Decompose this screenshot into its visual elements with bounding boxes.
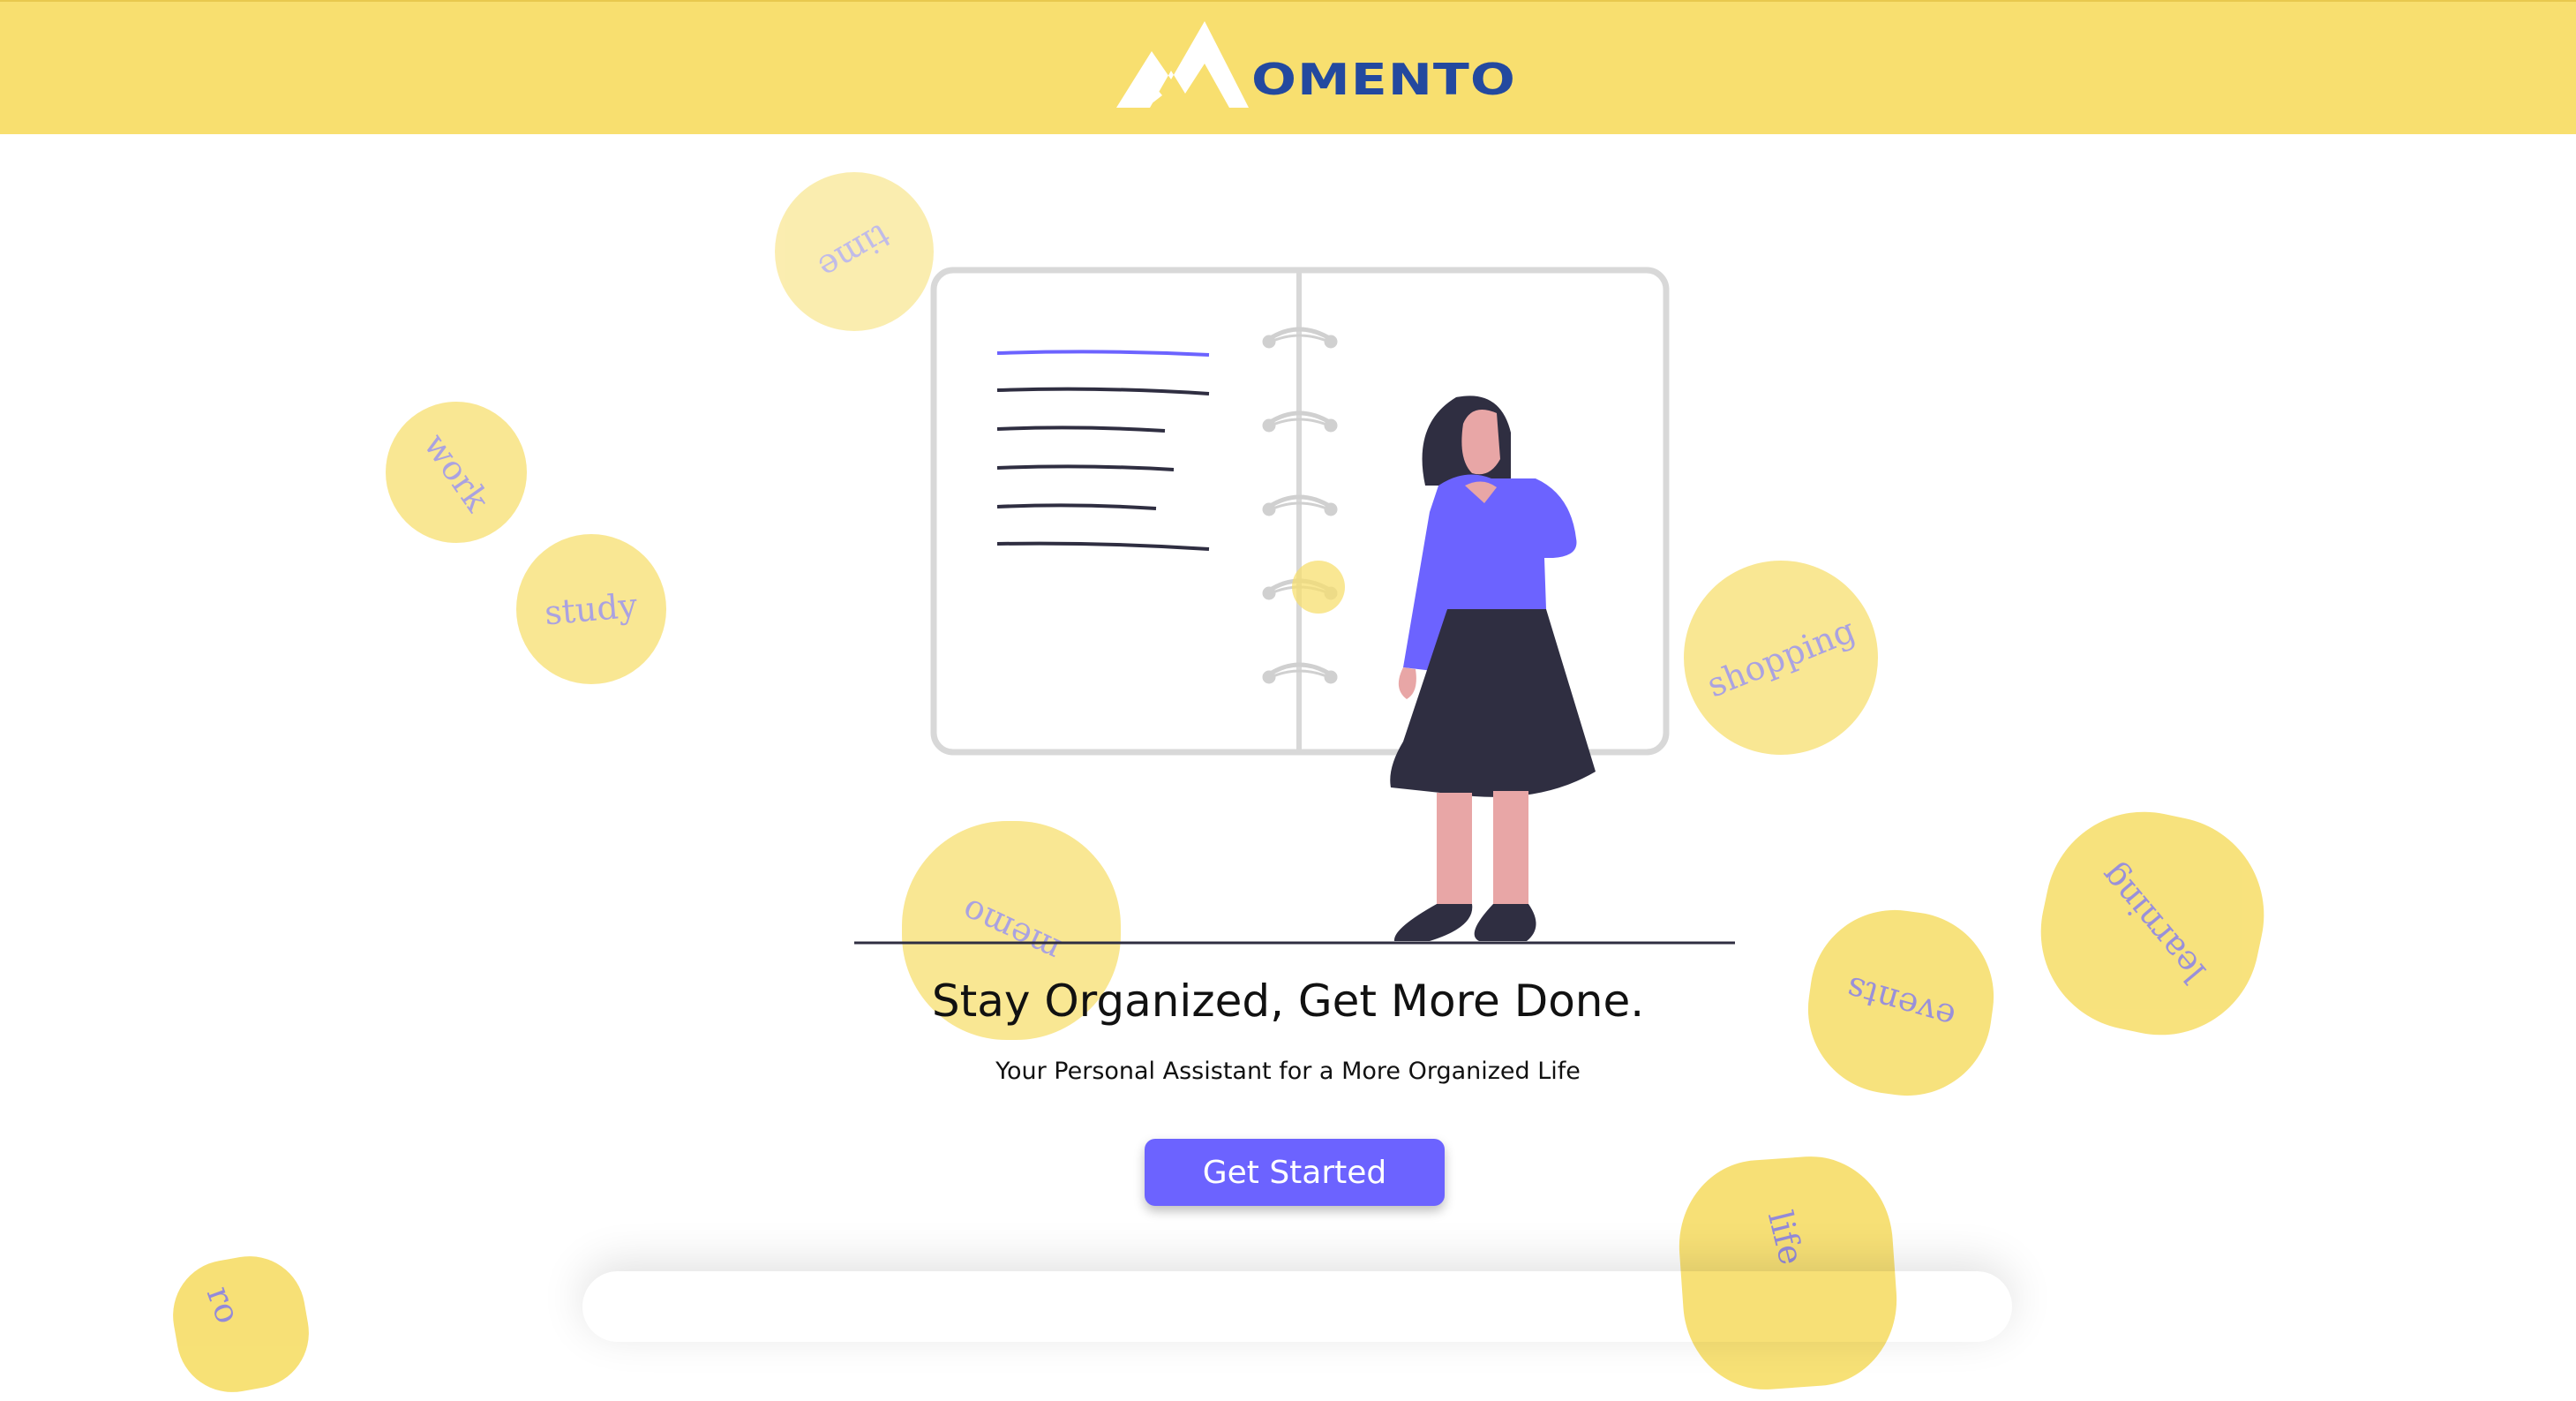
logo-mountain-icon (1116, 21, 1249, 108)
hero-subheadline: Your Personal Assistant for a More Organ… (995, 1058, 1581, 1085)
tag-bubble-work[interactable]: work (386, 402, 527, 543)
tag-label: work (416, 426, 497, 519)
top-header: OMENTO (0, 0, 2576, 134)
get-started-button[interactable]: Get Started (1145, 1139, 1445, 1206)
tag-bubble-study[interactable]: study (516, 534, 666, 684)
tag-label: ro (199, 1281, 249, 1329)
tag-label: life (1760, 1207, 1811, 1269)
notebook-woman-illustration (854, 267, 1735, 945)
next-section-edge (582, 1271, 2012, 1342)
hero-headline: Stay Organized, Get More Done. (931, 975, 1645, 1027)
tag-label: learning (2092, 856, 2213, 990)
tag-label: study (543, 585, 640, 633)
tag-bubble-partial[interactable]: ro (164, 1247, 318, 1401)
logo-text: OMENTO (1251, 55, 1516, 106)
